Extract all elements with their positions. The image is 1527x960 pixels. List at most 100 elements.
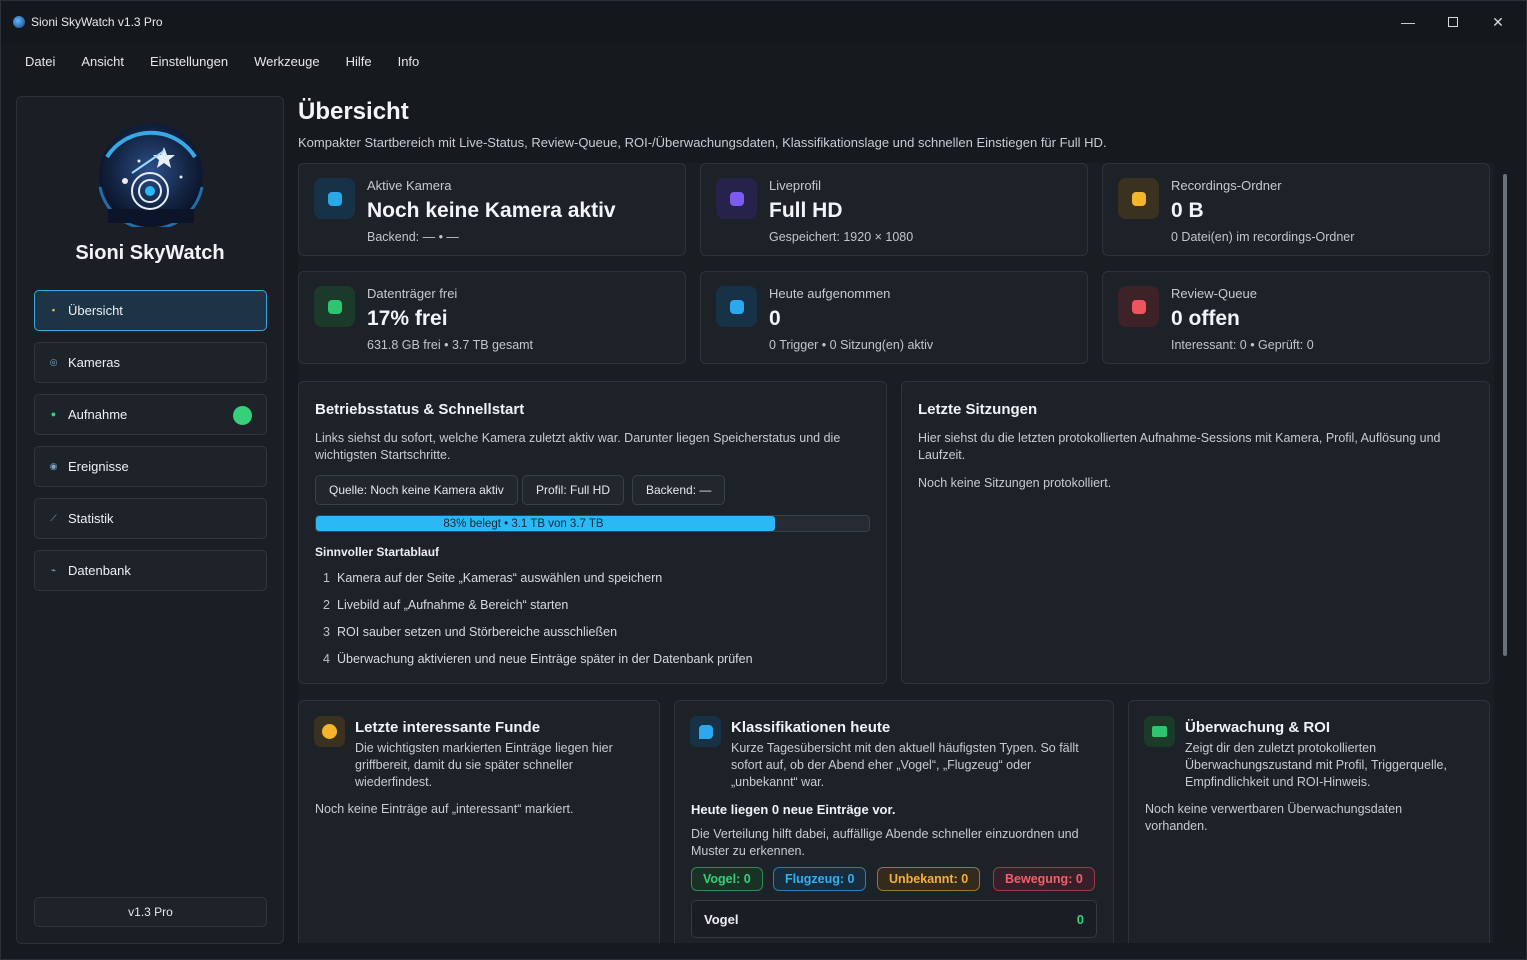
- classification-row-value: 0: [1076, 912, 1084, 927]
- card-description: Zeigt dir den zuletzt protokollierten Üb…: [1185, 741, 1447, 789]
- storage-progress-bar: 83% belegt • 3.1 TB von 3.7 TB: [315, 515, 870, 532]
- step-item: 2 Livebild auf „Aufnahme & Bereich“ star…: [323, 598, 568, 612]
- step-item: 4 Überwachung aktivieren und neue Einträ…: [323, 652, 753, 666]
- sidebar-item-datenbank[interactable]: ⌁ Datenbank: [34, 550, 267, 591]
- menu-datei[interactable]: Datei: [12, 54, 68, 69]
- minimize-button[interactable]: —: [1385, 1, 1431, 43]
- review-icon: [1118, 286, 1159, 327]
- badge-bewegung: Bewegung: 0: [993, 867, 1095, 891]
- sidebar-item-uebersicht[interactable]: ▪ Übersicht: [34, 290, 267, 331]
- card-title: Letzte interessante Funde: [355, 719, 541, 736]
- page-title: Übersicht: [298, 98, 409, 125]
- menu-ansicht[interactable]: Ansicht: [68, 54, 137, 69]
- stat-label: Review-Queue: [1171, 286, 1257, 301]
- camera-icon: ◎: [49, 357, 58, 367]
- database-icon: ⌁: [50, 565, 57, 575]
- sidebar-item-kameras[interactable]: ◎ Kameras: [34, 342, 267, 383]
- sidebar-item-label: Aufnahme: [68, 407, 128, 422]
- step-number: 1: [323, 571, 330, 585]
- card-description: Die wichtigsten markierten Einträge lieg…: [355, 741, 613, 789]
- sidebar-item-label: Statistik: [68, 511, 114, 526]
- app-window: Sioni SkyWatch v1.3 Pro — ✕ Datei Ansich…: [0, 0, 1527, 960]
- step-number: 2: [323, 598, 330, 612]
- card-description: Hier siehst du die letzten protokolliert…: [918, 431, 1441, 462]
- stat-sub: 631.8 GB frei • 3.7 TB gesamt: [367, 338, 534, 352]
- recent-sessions-card: Letzte Sitzungen Hier siehst du die letz…: [901, 381, 1490, 684]
- empty-state-text: Noch keine Sitzungen protokolliert.: [918, 476, 1112, 490]
- stat-card-review-queue: Review-Queue 0 offen Interessant: 0 • Ge…: [1102, 271, 1490, 364]
- step-number: 4: [323, 652, 330, 666]
- dashboard-scroll-area[interactable]: Aktive Kamera Noch keine Kamera aktiv Ba…: [298, 163, 1494, 943]
- close-icon: ✕: [1492, 13, 1504, 30]
- empty-state-text: Noch keine Einträge auf „interessant“ ma…: [315, 802, 574, 816]
- stat-value: Full HD: [769, 199, 843, 222]
- menu-werkzeuge[interactable]: Werkzeuge: [241, 54, 333, 69]
- menu-bar: Datei Ansicht Einstellungen Werkzeuge Hi…: [1, 43, 1526, 79]
- steps-title: Sinnvoller Startablauf: [315, 545, 440, 559]
- classification-icon: [690, 716, 721, 747]
- stat-card-disk-free: Datenträger frei 17% frei 631.8 GB frei …: [298, 271, 686, 364]
- title-bar[interactable]: Sioni SkyWatch v1.3 Pro — ✕: [1, 1, 1526, 43]
- step-text: Kamera auf der Seite „Kameras“ auswählen…: [337, 571, 663, 585]
- monitor-icon: [1144, 716, 1175, 747]
- stat-card-today-recorded: Heute aufgenommen 0 0 Trigger • 0 Sitzun…: [700, 271, 1088, 364]
- step-number: 3: [323, 625, 330, 639]
- storage-progress-text: 83% belegt • 3.1 TB von 3.7 TB: [443, 518, 604, 530]
- classifications-card: Klassifikationen heute Kurze Tagesübersi…: [674, 700, 1114, 943]
- stat-card-liveprofil: Liveprofil Full HD Gespeichert: 1920 × 1…: [700, 163, 1088, 256]
- badge-vogel: Vogel: 0: [691, 867, 763, 891]
- stat-value: 17% frei: [367, 307, 448, 330]
- version-label: v1.3 Pro: [34, 897, 267, 927]
- stat-label: Heute aufgenommen: [769, 286, 891, 301]
- events-icon: ◉: [49, 461, 58, 471]
- finds-icon: [314, 716, 345, 747]
- sidebar-item-label: Ereignisse: [68, 459, 129, 474]
- source-chip: Quelle: Noch keine Kamera aktiv: [315, 475, 518, 505]
- folder-icon: [1118, 178, 1159, 219]
- sidebar-item-label: Kameras: [68, 355, 121, 370]
- badge-flugzeug: Flugzeug: 0: [773, 867, 867, 891]
- chart-icon: ⟋: [50, 513, 57, 523]
- classification-headline: Heute liegen 0 neue Einträge vor.: [691, 802, 896, 817]
- profile-icon: [716, 178, 757, 219]
- stat-value: Noch keine Kamera aktiv: [367, 199, 616, 222]
- card-title: Klassifikationen heute: [731, 719, 891, 736]
- stat-sub: Gespeichert: 1920 × 1080: [769, 230, 914, 244]
- page-subtitle: Kompakter Startbereich mit Live-Status, …: [298, 135, 1107, 150]
- backend-chip: Backend: —: [632, 475, 726, 505]
- sidebar-item-ereignisse[interactable]: ◉ Ereignisse: [34, 446, 267, 487]
- live-status-indicator: [233, 406, 252, 425]
- stat-card-active-camera: Aktive Kamera Noch keine Kamera aktiv Ba…: [298, 163, 686, 256]
- stat-label: Liveprofil: [769, 178, 822, 193]
- camera-status-icon: [314, 178, 355, 219]
- close-button[interactable]: ✕: [1475, 1, 1521, 43]
- menu-info[interactable]: Info: [385, 54, 433, 69]
- sidebar-item-label: Datenbank: [68, 563, 131, 578]
- card-title: Überwachung & ROI: [1185, 719, 1331, 736]
- stat-label: Recordings-Ordner: [1171, 178, 1282, 193]
- step-text: Livebild auf „Aufnahme & Bereich“ starte…: [337, 598, 569, 612]
- badge-unbekannt: Unbekannt: 0: [877, 867, 981, 891]
- app-logo-icon: [13, 16, 25, 28]
- sidebar-item-aufnahme[interactable]: ● Aufnahme: [34, 394, 267, 435]
- card-title: Letzte Sitzungen: [918, 401, 1038, 418]
- stat-label: Datenträger frei: [367, 286, 458, 301]
- step-text: Überwachung aktivieren und neue Einträge…: [337, 652, 753, 666]
- vertical-scrollbar[interactable]: [1503, 174, 1507, 656]
- menu-einstellungen[interactable]: Einstellungen: [137, 54, 241, 69]
- empty-state-text: Noch keine verwertbaren Überwachungsdate…: [1145, 802, 1403, 833]
- menu-hilfe[interactable]: Hilfe: [333, 54, 385, 69]
- stat-sub: 0 Trigger • 0 Sitzung(en) aktiv: [769, 338, 934, 352]
- card-description: Links siehst du sofort, welche Kamera zu…: [315, 431, 841, 462]
- sidebar-item-statistik[interactable]: ⟋ Statistik: [34, 498, 267, 539]
- skywatch-logo-icon: [98, 123, 204, 227]
- step-item: 1 Kamera auf der Seite „Kameras“ auswähl…: [323, 571, 662, 585]
- monitoring-roi-card: Überwachung & ROI Zeigt dir den zuletzt …: [1128, 700, 1490, 943]
- maximize-icon: [1448, 17, 1458, 27]
- maximize-button[interactable]: [1430, 1, 1476, 43]
- classification-hint: Die Verteilung hilft dabei, auffällige A…: [691, 827, 1079, 858]
- classification-row-label: Vogel: [704, 912, 739, 927]
- stat-label: Aktive Kamera: [367, 178, 452, 193]
- stat-value: 0: [769, 307, 781, 330]
- stat-sub: 0 Datei(en) im recordings-Ordner: [1171, 230, 1355, 244]
